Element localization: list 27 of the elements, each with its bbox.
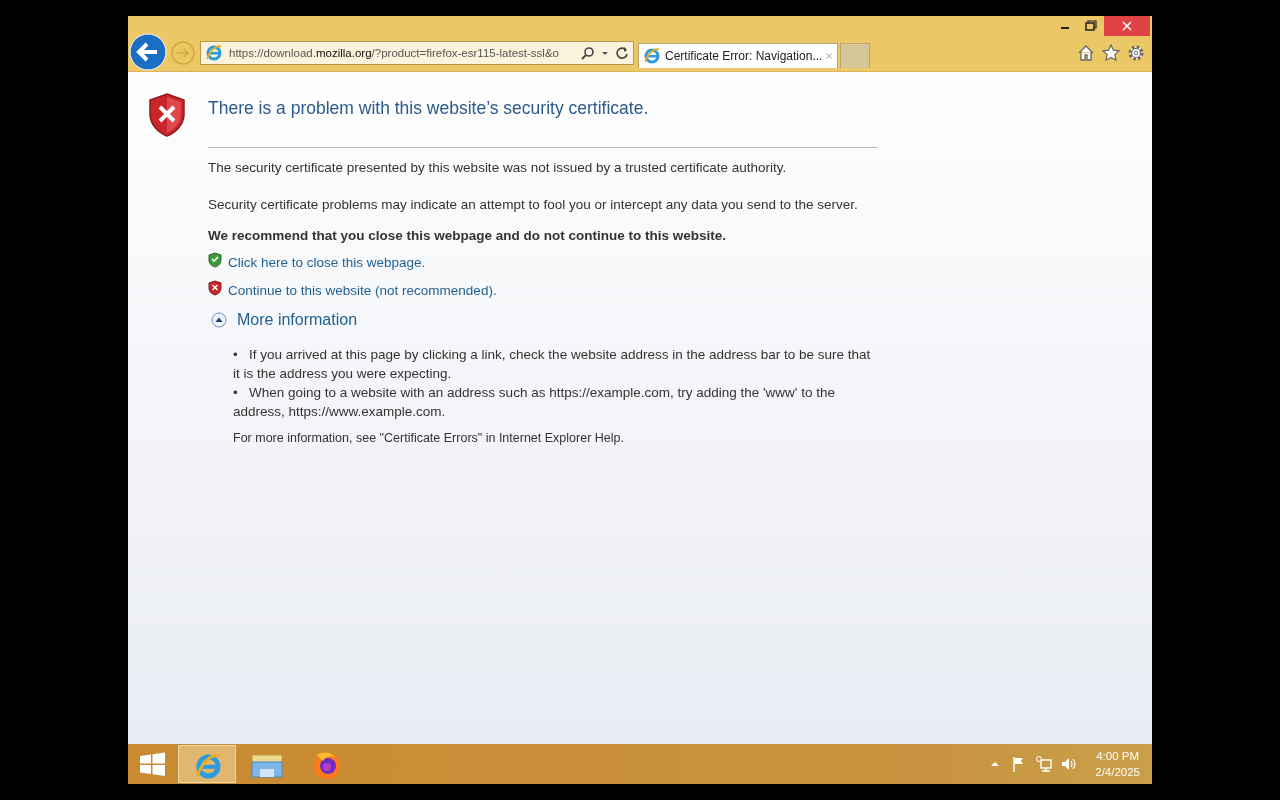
help-note: For more information, see "Certificate Errors" in Internet Explorer Help.	[233, 431, 625, 445]
star-icon[interactable]	[1102, 44, 1120, 62]
continue-link[interactable]: Continue to this website (not recommended).	[228, 283, 497, 298]
body-text: The security certificate presented by this website was not issued by a trusted certificate authority.	[208, 159, 788, 177]
settings-icon[interactable]	[1127, 44, 1145, 62]
back-button[interactable]	[129, 33, 167, 71]
body-text: Security certificate problems may indicate an attempt to fool you or intercept any data you send to the server.	[208, 196, 859, 214]
refresh-icon[interactable]	[615, 46, 629, 60]
info-text: • When going to a website with an address such as https://example.com, try adding the 'www' to the address, https://www.example.com.	[233, 384, 836, 421]
collapse-toggle-icon[interactable]	[211, 312, 227, 328]
ie-icon	[205, 44, 223, 62]
more-information-link[interactable]: More information	[237, 311, 358, 329]
shield-error-icon	[208, 280, 222, 296]
error-heading: There is a problem with this website’s security certificate.	[208, 98, 650, 119]
network-icon[interactable]	[1035, 755, 1054, 773]
address-bar[interactable]: https://download.mozilla.org/?product=firefox-esr115-latest-ssl&o	[200, 41, 634, 65]
search-icon[interactable]	[581, 46, 595, 60]
close-page-link[interactable]: Click here to close this webpage.	[228, 255, 426, 270]
clock-date: 2/4/2025	[1095, 765, 1140, 780]
browser-tab[interactable]: Certificate Error: Navigation...	[638, 42, 838, 68]
info-text: • If you arrived at this page by clicking a link, check the website address in the address bar to be sure that it is the address you were expecting.	[233, 346, 872, 383]
ie-icon	[643, 46, 661, 65]
shield-error-icon	[147, 92, 187, 138]
home-icon[interactable]	[1077, 44, 1095, 62]
clock-time: 4:00 PM	[1096, 749, 1140, 764]
recommendation-text: We recommend that you close this webpage and do not continue to this website.	[208, 228, 728, 243]
shield-check-icon	[208, 252, 222, 268]
